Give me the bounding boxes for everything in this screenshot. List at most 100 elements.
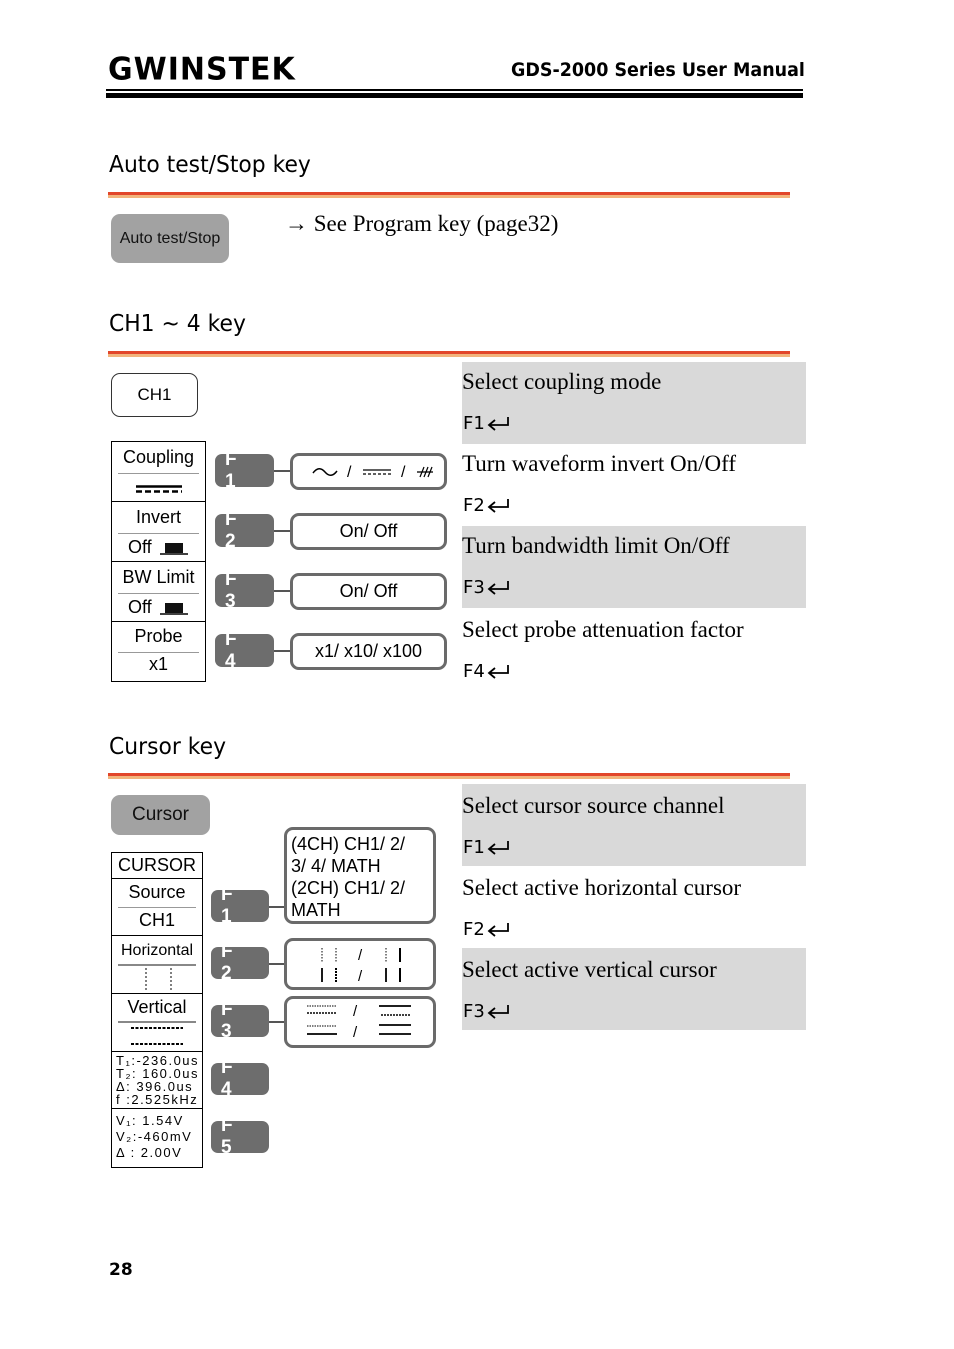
source-option-line: 3/ 4/ MATH (291, 856, 381, 876)
gnd-icon (416, 466, 433, 477)
fkey-label: F3 (463, 1001, 485, 1022)
desc-block-probe: Select probe attenuation factor F4 (462, 608, 806, 690)
return-arrow-icon (487, 1004, 509, 1019)
fkey-label: F1 (463, 413, 485, 434)
connector-line (274, 530, 291, 532)
svg-text:/: / (347, 464, 352, 481)
off-indicator-icon (159, 602, 188, 615)
desc-block-coupling: Select coupling mode F1 (462, 362, 806, 444)
return-arrow-icon (487, 416, 509, 431)
fkey-label: F2 (463, 919, 485, 940)
f4-button[interactable]: F 4 (215, 629, 274, 672)
probe-options-box: x1/ x10/ x100 (290, 633, 447, 670)
desc-text: Select active horizontal cursor (462, 875, 742, 900)
source-option-line: MATH (291, 900, 341, 920)
source-options-box: (4CH) CH1/ 2/ 3/ 4/ MATH (2CH) CH1/ 2/ M… (284, 827, 436, 924)
f1-button[interactable]: F 1 (215, 449, 274, 492)
coupling-label: Coupling (122, 447, 195, 467)
svg-text:/: / (358, 968, 363, 984)
probe-label: Probe (134, 626, 183, 646)
desc-block-horizontal-cursor: Select active horizontal cursor F2 (462, 866, 806, 948)
dc-coupling-icon (136, 485, 182, 493)
coupling-options-icons: / / (311, 464, 433, 481)
return-arrow-icon (487, 664, 509, 679)
frequency-readout: f :2.525kHz (116, 1092, 199, 1107)
f2-button[interactable]: F 2 (215, 509, 274, 552)
menu-cell-vertical: Vertical (112, 993, 202, 1052)
page-number: 28 (109, 1260, 133, 1280)
see-program-key-reference: → See Program key (page32) (285, 211, 559, 236)
source-value: CH1 (138, 910, 175, 930)
desc-block-cursor-source: Select cursor source channel F1 (462, 784, 806, 866)
source-option-line: (2CH) CH1/ 2/ (291, 878, 406, 898)
cursor-key[interactable]: Cursor (111, 795, 210, 835)
return-arrow-icon (487, 498, 509, 513)
voltage-delta-readout: Δ : 2.00V (116, 1145, 183, 1160)
auto-test-stop-key[interactable]: Auto test/Stop (111, 214, 229, 263)
desc-text: Select coupling mode (462, 369, 662, 394)
off-indicator-icon (159, 542, 188, 555)
desc-text: Select active vertical cursor (462, 957, 717, 982)
horizontal-options-box: / / (284, 938, 436, 990)
probe-value: x1 (148, 654, 168, 674)
return-arrow-icon (487, 840, 509, 855)
return-arrow-icon (487, 580, 509, 595)
menu-cell-horizontal: Horizontal (112, 935, 202, 994)
menu-cell-voltage-readout: V₁: 1.54V V₂:-460mV Δ : 2.00V (112, 1108, 202, 1172)
v1-readout: V₁: 1.54V (116, 1113, 184, 1128)
fkey-label: F3 (463, 577, 485, 598)
section-rule (108, 351, 790, 357)
menu-cell-source: Source CH1 (112, 878, 202, 936)
vertical-cursor-icon (131, 1027, 183, 1045)
menu-cell-time-readout: T₁:-236.0us T₂: 160.0us Δ: 396.0us f :2.… (112, 1051, 202, 1111)
menu-cell-coupling: Coupling (112, 442, 205, 501)
ac-icon (311, 467, 338, 476)
f1-button[interactable]: F 1 (211, 884, 269, 927)
cursor-menu-title: CURSOR (117, 855, 196, 875)
vertical-options-box: / / (284, 996, 436, 1048)
invert-value: Off (128, 537, 152, 557)
section-rule (108, 192, 790, 198)
f3-button[interactable]: F 3 (215, 569, 274, 612)
f5-button[interactable]: F 5 (211, 1115, 269, 1158)
desc-block-bw-limit: Turn bandwidth limit On/Off F3 (462, 526, 806, 608)
vertical-cursor-options-icon: / / (307, 1003, 411, 1041)
menu-cell-invert: Invert Off (112, 501, 205, 562)
section-rule (108, 773, 790, 779)
dc-icon (362, 468, 391, 475)
desc-text: Turn bandwidth limit On/Off (462, 533, 730, 558)
bw-limit-options-box: On/ Off (290, 573, 447, 610)
section-title-auto-test: Auto test/Stop key (109, 152, 311, 178)
header-rule-thick (106, 93, 803, 98)
bw-limit-value: Off (128, 597, 152, 617)
menu-cell-bw-limit: BW Limit Off (112, 561, 205, 622)
connector-line (274, 470, 291, 472)
source-label: Source (128, 882, 186, 902)
fkey-label: F2 (463, 495, 485, 516)
invert-label: Invert (135, 507, 182, 527)
bw-limit-label: BW Limit (122, 567, 195, 587)
header-rule (106, 89, 803, 91)
v2-readout: V₂:-460mV (116, 1129, 193, 1144)
coupling-options-box: / / (290, 453, 447, 490)
gwinstek-logo: GWINSTEK (108, 51, 296, 88)
menu-cell-probe: Probe x1 (112, 621, 205, 682)
f4-button[interactable]: F 4 (211, 1057, 269, 1100)
f3-button[interactable]: F 3 (211, 999, 269, 1042)
svg-text:/: / (358, 947, 363, 964)
vertical-label: Vertical (127, 997, 187, 1017)
source-option-line: (4CH) CH1/ 2/ (291, 834, 406, 854)
cursor-menu-panel: CURSOR Source CH1 Horizontal Vertical T₁… (111, 852, 203, 1168)
menu-cell-cursor-title: CURSOR (112, 853, 202, 878)
svg-text:/: / (353, 1003, 358, 1020)
horizontal-label: Horizontal (120, 942, 194, 959)
return-arrow-icon (487, 922, 509, 937)
desc-text: Turn waveform invert On/Off (462, 451, 737, 476)
ch-menu-panel: Coupling Invert Off BW Limit Off Probe x… (111, 441, 206, 682)
section-title-ch-key: CH1 ~ 4 key (109, 311, 246, 337)
ch1-key[interactable]: CH1 (111, 373, 198, 417)
horizontal-cursor-options-icon: / / (321, 947, 401, 984)
f2-button[interactable]: F 2 (211, 941, 269, 984)
connector-line (274, 590, 291, 592)
connector-line (274, 650, 291, 652)
